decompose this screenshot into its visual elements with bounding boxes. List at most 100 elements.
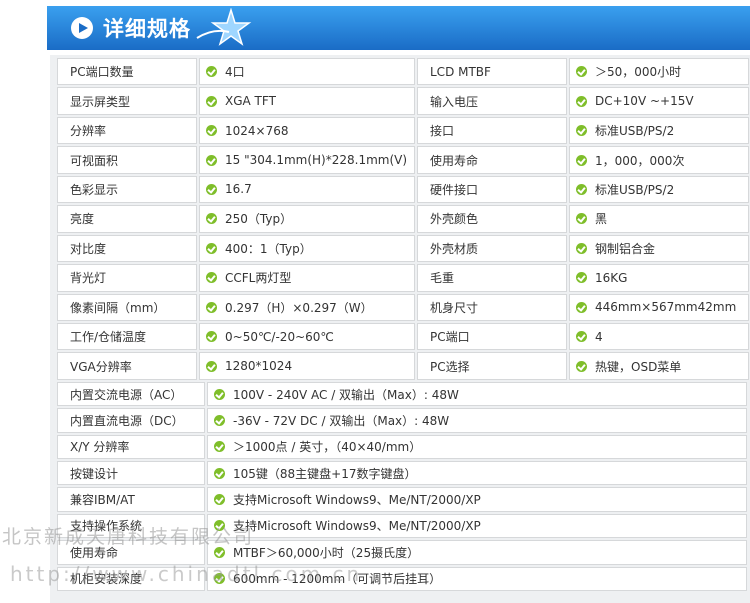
spec-label: 支持操作系统 (57, 513, 205, 539)
check-icon (214, 388, 225, 400)
spec-label: 像素间隔（mm） (57, 293, 197, 321)
check-icon (206, 272, 217, 284)
spec-label: 机柜安装深度 (57, 566, 205, 591)
spec-value-text: 600mm - 1200mm（可调节后挂耳） (233, 572, 442, 587)
spec-label: 外壳颜色 (417, 205, 567, 233)
spec-value: 热键，OSD菜单 (569, 352, 749, 380)
spec-value-text: 15 "304.1mm(H)*228.1mm(V) (225, 153, 408, 168)
check-icon (576, 213, 587, 225)
spec-label-text: 机柜安装深度 (70, 572, 143, 587)
spec-label: 毛重 (417, 264, 567, 292)
spec-label-text: 使用寿命 (70, 545, 119, 560)
spec-row: 支持操作系统 支持Microsoft Windows9、Me/NT/2000/XP (56, 513, 750, 539)
check-icon (214, 414, 225, 426)
spec-label: X/Y 分辨率 (57, 434, 205, 459)
check-icon (206, 360, 217, 372)
play-icon (71, 17, 93, 39)
spec-value-text: 1280*1024 (225, 359, 293, 374)
spec-value: 250（Typ） (199, 205, 415, 233)
spec-label-text: 色彩显示 (70, 182, 119, 197)
spec-value-text: 黑 (595, 212, 608, 227)
spec-value: 1280*1024 (199, 352, 415, 380)
spec-label: 显示屏类型 (57, 87, 197, 115)
spec-value-text: MTBF＞60,000小时（25摄氏度） (233, 545, 420, 560)
check-icon (576, 272, 587, 284)
spec-label: VGA分辨率 (57, 352, 197, 380)
spec-label: 外壳材质 (417, 234, 567, 263)
spec-row: 可视面积 15 "304.1mm(H)*228.1mm(V) 使用寿命 1，000，0… (56, 145, 750, 174)
spec-value: 105键（88主键盘+17数字键盘） (207, 460, 747, 486)
spec-row: 色彩显示 16.7 硬件接口 标准USB/PS/2 (56, 175, 750, 204)
spec-row: 内置直流电源（DC） -36V - 72V DC / 双输出（Max）: 48W (56, 407, 750, 433)
check-icon (576, 183, 587, 195)
spec-label-text: 内置交流电源（AC） (70, 387, 183, 402)
spec-label-text: 内置直流电源（DC） (70, 413, 184, 428)
spec-value: 100V - 240V AC / 双输出（Max）: 48W (207, 381, 747, 407)
spec-label-text: 支持操作系统 (70, 519, 143, 534)
spec-label-text: 背光灯 (70, 271, 107, 286)
spec-value: 标准USB/PS/2 (569, 116, 749, 145)
spec-row: VGA分辨率 1280*1024 PC选择 热键，OSD菜单 (56, 351, 750, 380)
spec-label-text: 分辨率 (70, 124, 107, 139)
spec-value: 1024×768 (199, 116, 415, 145)
spec-value-text: CCFL两灯型 (225, 271, 292, 286)
spec-value: 黑 (569, 205, 749, 233)
check-icon (576, 360, 587, 372)
spec-value: 16.7 (199, 175, 415, 204)
spec-label: 兼容IBM/AT (57, 487, 205, 512)
spec-value: 支持Microsoft Windows9、Me/NT/2000/XP (207, 487, 747, 512)
spec-value: 600mm - 1200mm（可调节后挂耳） (207, 566, 747, 591)
spec-label: 分辨率 (57, 116, 197, 145)
spec-label-text: 毛重 (430, 271, 455, 286)
spec-value: 4口 (199, 58, 415, 86)
check-icon (206, 95, 217, 107)
spec-label: 内置交流电源（AC） (57, 381, 205, 407)
spec-value-text: 热键，OSD菜单 (595, 359, 682, 374)
spec-value: 钢制铝合金 (569, 234, 749, 263)
spec-value-text: 4口 (225, 65, 245, 80)
spec-value: 0.297（H）×0.297（W） (199, 293, 415, 321)
spec-row: 工作/仓储温度 0~50℃/-20~60℃ PC端口 4 (56, 322, 750, 351)
spec-label-text: PC端口数量 (70, 65, 134, 80)
spec-value-text: 100V - 240V AC / 双输出（Max）: 48W (233, 387, 459, 402)
star-icon (196, 8, 252, 46)
spec-label: 对比度 (57, 234, 197, 263)
spec-label-text: VGA分辨率 (70, 359, 132, 374)
spec-value-text: ＞50，000小时 (595, 65, 682, 80)
spec-label: 内置直流电源（DC） (57, 408, 205, 433)
spec-value: 支持Microsoft Windows9、Me/NT/2000/XP (207, 513, 747, 539)
check-icon (206, 183, 217, 195)
check-icon (214, 573, 225, 585)
spec-value: 15 "304.1mm(H)*228.1mm(V) (199, 146, 415, 174)
check-icon (576, 331, 587, 343)
spec-row: 分辨率 1024×768 接口 标准USB/PS/2 (56, 116, 750, 145)
spec-value-text: 250（Typ） (225, 212, 293, 227)
section-header: 详细规格 (47, 6, 750, 50)
check-icon (214, 441, 225, 453)
spec-label-text: 显示屏类型 (70, 94, 131, 109)
spec-label-text: 像素间隔（mm） (70, 300, 166, 315)
spec-value: -36V - 72V DC / 双输出（Max）: 48W (207, 408, 747, 433)
spec-label-text: 硬件接口 (430, 182, 479, 197)
spec-label-text: 兼容IBM/AT (70, 493, 135, 508)
spec-label-text: 使用寿命 (430, 153, 479, 168)
spec-label: 按键设计 (57, 460, 205, 486)
check-icon (206, 154, 217, 166)
spec-value-text: XGA TFT (225, 94, 276, 109)
spec-label: 使用寿命 (417, 146, 567, 174)
spec-value-text: 16.7 (225, 182, 252, 197)
check-icon (576, 125, 587, 137)
spec-label-text: 外壳颜色 (430, 212, 479, 227)
spec-row: X/Y 分辨率 ＞1000点 / 英寸，（40×40/mm） (56, 434, 750, 460)
spec-label-text: X/Y 分辨率 (70, 440, 130, 455)
spec-row: 机柜安装深度 600mm - 1200mm（可调节后挂耳） (56, 566, 750, 592)
check-icon (214, 520, 225, 532)
spec-row: 内置交流电源（AC） 100V - 240V AC / 双输出（Max）: 48W (56, 381, 750, 407)
spec-value: DC+10V ~+15V (569, 87, 749, 115)
spec-value: 446mm×567mm42mm (569, 293, 749, 321)
spec-value-text: 0~50℃/-20~60℃ (225, 329, 334, 344)
spec-label-text: LCD MTBF (430, 64, 491, 79)
spec-row: 背光灯 CCFL两灯型 毛重 16KG (56, 263, 750, 292)
spec-value-text: 0.297（H）×0.297（W） (225, 300, 373, 315)
spec-value: ＞1000点 / 英寸，（40×40/mm） (207, 434, 747, 459)
